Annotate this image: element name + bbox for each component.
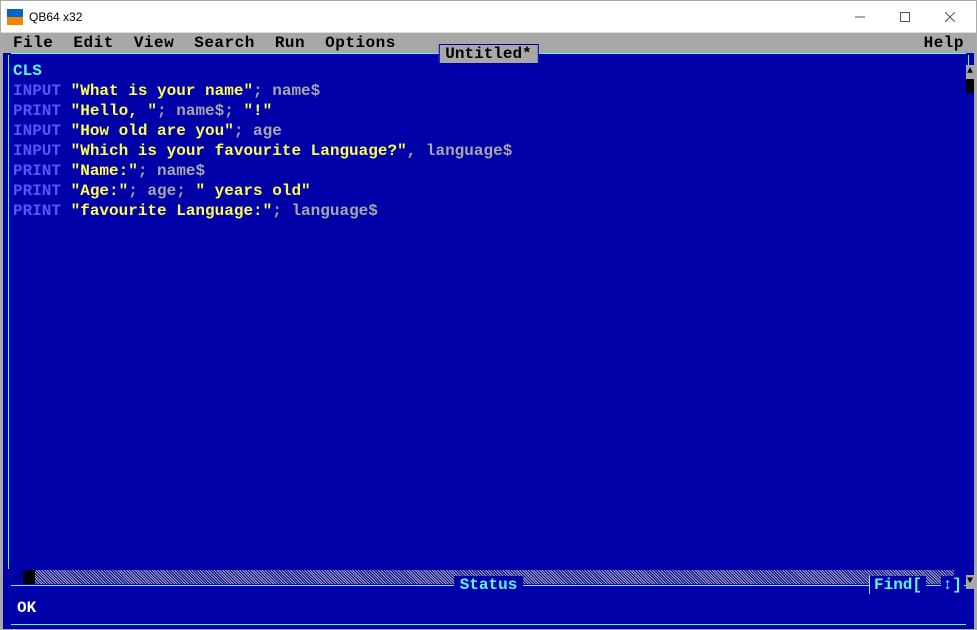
code-token: "Hello, "	[71, 102, 157, 120]
find-label[interactable]: Find[	[869, 576, 926, 594]
code-token: PRINT	[13, 102, 71, 120]
editor-bottom-border	[11, 623, 966, 625]
status-label: Status	[454, 576, 524, 594]
app-window: QB64 x32 File Edit View Search Run Optio…	[0, 0, 977, 630]
vertical-scrollbar[interactable]: ▲ ▼	[966, 65, 974, 589]
code-line[interactable]: PRINT "Hello, "; name$; "!"	[13, 101, 964, 121]
code-token: ;	[176, 182, 195, 200]
code-token: name$	[176, 102, 224, 120]
app-icon	[7, 9, 23, 25]
ide-area: File Edit View Search Run Options Help U…	[1, 33, 976, 629]
code-line[interactable]: PRINT "favourite Language:"; language$	[13, 201, 964, 221]
code-token: language$	[291, 202, 377, 220]
code-token: INPUT	[13, 122, 71, 140]
close-button[interactable]	[927, 2, 972, 32]
titlebar[interactable]: QB64 x32	[1, 1, 976, 33]
code-token: ,	[407, 142, 426, 160]
scroll-up-icon[interactable]: ▲	[966, 65, 974, 79]
minimize-icon	[855, 12, 865, 22]
code-token: "Name:"	[71, 162, 138, 180]
code-token: PRINT	[13, 202, 71, 220]
close-icon	[945, 12, 955, 22]
menu-view[interactable]: View	[124, 34, 184, 52]
code-token: "Age:"	[71, 182, 129, 200]
minimize-button[interactable]	[837, 2, 882, 32]
menu-edit[interactable]: Edit	[63, 34, 123, 52]
code-token: "!"	[243, 102, 272, 120]
code-token: ;	[128, 182, 147, 200]
code-token: PRINT	[13, 182, 71, 200]
menu-run[interactable]: Run	[265, 34, 315, 52]
menu-search[interactable]: Search	[184, 34, 265, 52]
code-token: ;	[234, 122, 253, 140]
scroll-thumb-h[interactable]	[23, 570, 35, 584]
code-token: "favourite Language:"	[71, 202, 273, 220]
code-token: language$	[426, 142, 512, 160]
maximize-button[interactable]	[882, 2, 927, 32]
status-message: OK	[11, 599, 966, 619]
code-token: INPUT	[13, 142, 71, 160]
code-token: ;	[272, 202, 291, 220]
menu-help[interactable]: Help	[914, 34, 974, 52]
code-line[interactable]: INPUT "How old are you"; age	[13, 121, 964, 141]
scroll-thumb-v[interactable]	[966, 79, 974, 93]
menu-options[interactable]: Options	[315, 34, 406, 52]
scroll-down-icon[interactable]: ▼	[966, 575, 974, 589]
code-line[interactable]: CLS	[13, 61, 964, 81]
code-token: name$	[157, 162, 205, 180]
code-token: age	[147, 182, 176, 200]
editor-body: CLSINPUT "What is your name"; name$PRINT…	[3, 55, 974, 569]
window-title: QB64 x32	[29, 10, 82, 24]
code-editor[interactable]: CLSINPUT "What is your name"; name$PRINT…	[11, 55, 966, 569]
code-token: ;	[253, 82, 272, 100]
updown-indicator[interactable]: ↕]	[941, 576, 964, 594]
status-bar-border: Status Find[ ↕]	[11, 585, 966, 599]
scroll-left-icon[interactable]: ←	[13, 570, 23, 584]
code-line[interactable]: PRINT "Name:"; name$	[13, 161, 964, 181]
maximize-icon	[900, 12, 910, 22]
code-token: ;	[224, 102, 243, 120]
window-controls	[837, 2, 972, 32]
code-token: "How old are you"	[71, 122, 234, 140]
code-line[interactable]: PRINT "Age:"; age; " years old"	[13, 181, 964, 201]
code-token: ;	[138, 162, 157, 180]
code-line[interactable]: INPUT "What is your name"; name$	[13, 81, 964, 101]
code-token: "Which is your favourite Language?"	[71, 142, 407, 160]
code-token: PRINT	[13, 162, 71, 180]
code-token: " years old"	[195, 182, 310, 200]
code-line[interactable]: INPUT "Which is your favourite Language?…	[13, 141, 964, 161]
code-token: age	[253, 122, 282, 140]
code-token: name$	[272, 82, 320, 100]
editor-left-border	[3, 55, 11, 569]
code-token: "What is your name"	[71, 82, 253, 100]
editor-frame: Untitled* CLSINPUT "What is your name"; …	[3, 53, 974, 629]
menu-file[interactable]: File	[3, 34, 63, 52]
code-token: ;	[157, 102, 176, 120]
code-token: INPUT	[13, 82, 71, 100]
code-token: CLS	[13, 62, 42, 80]
